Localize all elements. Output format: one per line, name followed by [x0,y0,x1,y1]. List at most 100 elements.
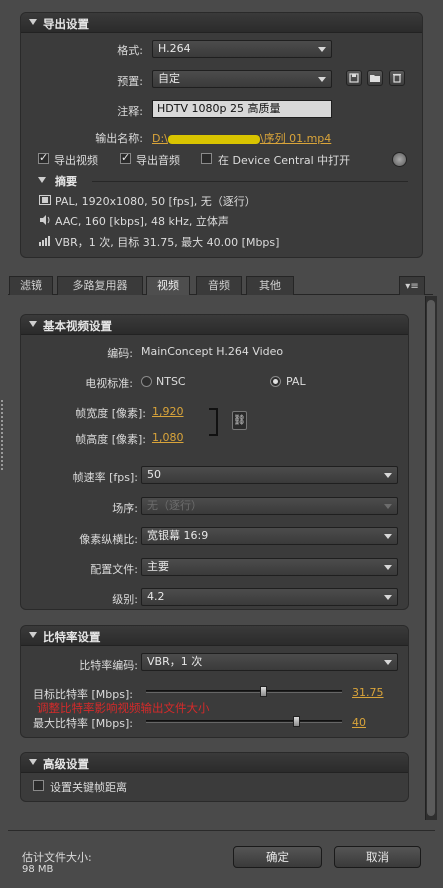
output-name-prefix: D:\ [152,132,168,145]
frame-rate-select[interactable]: 50 [141,466,398,484]
frame-rate-label: 帧速率 [fps]: [72,471,138,484]
frame-width-label: 帧宽度 [像素]: [75,407,146,420]
basic-video-header[interactable]: 基本视频设置 [21,315,408,335]
output-name-suffix: \序列 01.mp4 [259,132,332,145]
profile-label: 配置文件: [90,563,138,576]
chain-link-icon[interactable]: ⛓ [232,411,247,430]
frame-rate-value: 50 [147,468,161,481]
import-preset-button[interactable] [367,70,383,86]
export-settings-header[interactable]: 导出设置 [21,13,422,33]
summary-divider [92,181,408,182]
summary-video-line: PAL, 1920x1080, 50 [fps], 无（逐行） [55,195,256,208]
keyframe-distance-checkbox[interactable] [33,780,44,791]
tab-other[interactable]: 其他 [246,276,294,295]
tab-audio[interactable]: 音频 [196,276,242,295]
footer-divider [8,830,435,831]
export-video-checkbox[interactable] [38,151,49,164]
pixel-aspect-label: 像素纵横比: [79,533,138,546]
summary-audio-line: AAC, 160 [kbps], 48 kHz, 立体声 [55,215,229,228]
ok-button[interactable]: 确定 [233,846,322,868]
target-bitrate-value[interactable]: 31.75 [352,686,384,699]
preset-label: 预置: [117,75,143,88]
comment-field[interactable]: HDTV 1080p 25 高质量 [152,100,332,118]
advanced-header[interactable]: 高级设置 [21,753,408,773]
pal-label: PAL [286,375,306,388]
comment-label: 注释: [117,105,143,118]
format-select[interactable]: H.264 [152,40,332,58]
chevron-down-icon [384,534,392,539]
output-name-link[interactable]: D:\ \序列 01.mp4 [152,130,331,146]
preset-select[interactable]: 自定 [152,70,332,88]
target-bitrate-slider[interactable] [146,686,342,697]
cancel-button[interactable]: 取消 [334,846,421,868]
bitrate-encoding-label: 比特率编码: [79,659,138,672]
field-order-label: 场序: [112,502,138,515]
estimated-size-value: 98 MB [22,864,54,875]
side-dots [1,400,3,470]
film-icon [39,195,51,205]
frame-height-label: 帧高度 [像素]: [75,433,146,446]
link-bracket [209,408,218,436]
delete-preset-button[interactable] [389,70,405,86]
redaction-mark [167,134,260,144]
chevron-down-icon [318,77,326,82]
trash-icon [393,73,401,83]
chevron-down-icon [384,660,392,665]
advanced-title: 高级设置 [43,757,89,771]
tab-filters[interactable]: 滤镜 [9,276,53,295]
field-order-select: 无（逐行） [141,497,398,515]
expand-circle-icon[interactable] [392,152,407,167]
chevron-down-icon [384,504,392,509]
estimated-size-label: 估计文件大小: [22,851,92,864]
format-label: 格式: [117,44,143,57]
collapse-triangle-icon[interactable] [29,759,37,765]
pal-radio[interactable] [270,376,281,387]
chevron-down-icon [384,565,392,570]
level-select[interactable]: 4.2 [141,588,398,606]
max-bitrate-label: 最大比特率 [Mbps]: [33,717,133,730]
collapse-triangle-icon[interactable] [29,19,37,25]
collapse-triangle-icon[interactable] [29,321,37,327]
bitrate-encoding-select[interactable]: VBR，1 次 [141,653,398,671]
pixel-aspect-value: 宽银幕 16:9 [147,529,209,542]
export-audio-checkbox[interactable] [120,151,131,164]
export-audio-label: 导出音频 [136,154,180,167]
ntsc-radio[interactable] [141,376,152,387]
basic-video-title: 基本视频设置 [43,319,112,333]
pixel-aspect-select[interactable]: 宽银幕 16:9 [141,527,398,545]
target-bitrate-thumb[interactable] [259,686,267,697]
device-central-label: 在 Device Central 中打开 [218,154,351,167]
panel-menu-icon: ▾≡ [405,281,419,292]
tab-multiplexer[interactable]: 多路复用器 [57,276,143,295]
bitrate-header[interactable]: 比特率设置 [21,626,408,646]
chevron-down-icon [384,595,392,600]
export-settings-title: 导出设置 [43,17,89,31]
save-icon [349,73,359,83]
summary-title: 摘要 [55,175,77,188]
bitrate-title: 比特率设置 [43,630,101,644]
summary-triangle-icon[interactable] [38,177,46,183]
tab-video[interactable]: 视频 [146,276,190,295]
bitrate-encoding-value: VBR，1 次 [147,655,203,668]
device-central-checkbox[interactable] [201,153,212,164]
codec-label: 编码: [107,347,133,360]
tv-standard-label: 电视标准: [85,377,133,390]
keyframe-distance-label: 设置关键帧距离 [50,781,127,794]
preset-select-value: 自定 [158,72,180,85]
save-preset-button[interactable] [346,70,362,86]
collapse-triangle-icon[interactable] [29,632,37,638]
format-select-value: H.264 [158,42,191,55]
max-bitrate-thumb[interactable] [292,716,300,727]
folder-icon [370,75,380,82]
chevron-down-icon [384,473,392,478]
max-bitrate-value[interactable]: 40 [352,716,366,729]
scrollbar-thumb[interactable] [427,300,435,816]
profile-value: 主要 [147,560,169,573]
frame-width-value[interactable]: 1,920 [152,405,184,418]
profile-select[interactable]: 主要 [141,558,398,576]
frame-height-value[interactable]: 1,080 [152,431,184,444]
panel-menu-button[interactable]: ▾≡ [399,276,425,295]
max-bitrate-slider[interactable] [146,716,342,727]
summary-bitrate-line: VBR，1 次, 目标 31.75, 最大 40.00 [Mbps] [55,236,280,249]
level-label: 级别: [112,593,138,606]
